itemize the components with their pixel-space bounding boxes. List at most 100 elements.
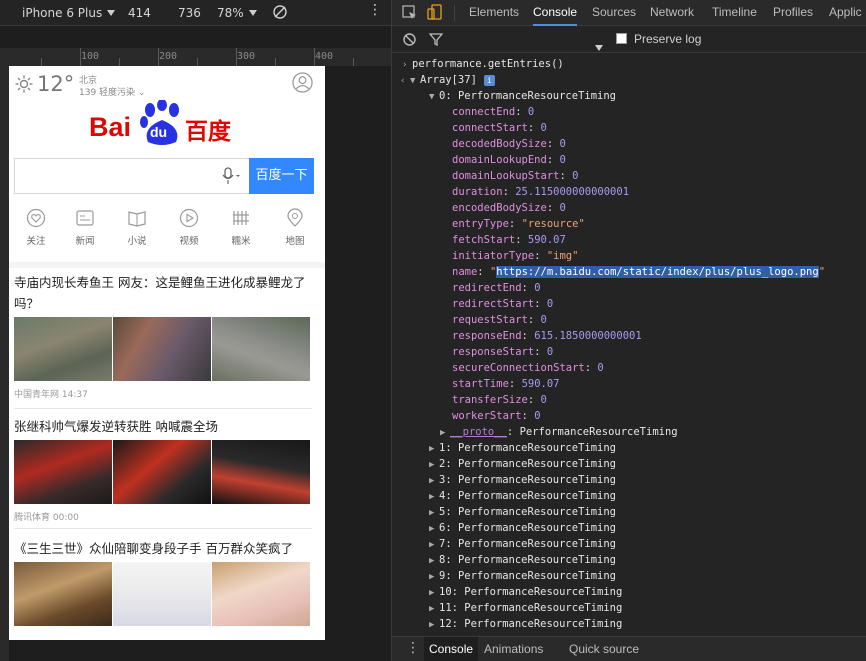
inspect-element-icon[interactable] [402, 5, 417, 20]
property-value: 0 [546, 346, 554, 358]
tab-console[interactable]: Console [533, 0, 578, 26]
sun-icon [15, 75, 33, 93]
tab-network[interactable]: Network [650, 0, 694, 26]
search-box[interactable]: 百度一下 [14, 158, 314, 194]
array-entry[interactable]: ▶ 8: PerformanceResourceTiming [429, 552, 616, 568]
tab-application[interactable]: Applic [829, 0, 862, 26]
nav-item-novel[interactable]: 小说 [117, 206, 157, 247]
array-entry[interactable]: ▶ 5: PerformanceResourceTiming [429, 504, 616, 520]
result-arrow-icon: ‹ [400, 76, 406, 86]
property-fetchStart: fetchStart: 590.07 [452, 232, 566, 248]
collapse-triangle-icon: ▶ [429, 588, 435, 598]
drawer-tab-bar: ⋮ Console Animations Quick source [392, 636, 866, 661]
array-entry[interactable]: ▶ 4: PerformanceResourceTiming [429, 488, 616, 504]
property-colon: : [546, 154, 560, 166]
nav-item-map[interactable]: 地图 [275, 206, 315, 247]
news-title: 寺庙内现长寿鱼王 网友：这是鲤鱼王进化成暴鲤龙了吗？ [14, 275, 306, 311]
drawer-tab-animations[interactable]: Animations [484, 637, 543, 661]
devtools-panel: Elements Console Sources Network Timelin… [391, 0, 866, 661]
collapse-triangle-icon: ▶ [429, 508, 435, 518]
property-domainLookupEnd: domainLookupEnd: 0 [452, 152, 566, 168]
chevron-down-icon [248, 10, 257, 16]
toolbar-divider [454, 5, 455, 21]
device-select[interactable]: iPhone 6 Plus [22, 6, 116, 20]
nav-item-news[interactable]: 新闻 [65, 206, 105, 247]
array-entry[interactable]: ▶ 11: PerformanceResourceTiming [429, 600, 622, 616]
property-key: domainLookupEnd [452, 154, 547, 166]
property-value: 0 [540, 394, 547, 406]
height-field[interactable]: 736 [178, 6, 201, 20]
drawer-menu-icon[interactable]: ⋮ [406, 640, 420, 656]
proto-entry[interactable]: ▶ __proto__: PerformanceResourceTiming [440, 424, 678, 440]
property-colon: : [515, 106, 528, 118]
property-value: "img" [546, 250, 579, 262]
news-title: 张继科帅气爆发逆转获胜 呐喊震全场 [14, 419, 218, 434]
property-colon: : [515, 234, 528, 246]
property-key: secureConnectionStart [452, 362, 585, 374]
property-redirectStart: redirectStart: 0 [452, 296, 553, 312]
more-menu-icon[interactable]: ⋮ [368, 2, 382, 18]
property-workerStart: workerStart: 0 [452, 408, 541, 424]
array-entry[interactable]: ▶ 2: PerformanceResourceTiming [429, 456, 616, 472]
nav-item-follow[interactable]: 关注 [16, 206, 56, 247]
nav-item-nuomi[interactable]: 糯米 [221, 206, 261, 247]
device-name: iPhone 6 Plus [22, 6, 103, 20]
property-value: 0 [559, 154, 566, 166]
news-image [212, 317, 310, 381]
nav-item-video[interactable]: 视频 [169, 206, 209, 247]
array-entry[interactable]: ▶ 10: PerformanceResourceTiming [429, 584, 622, 600]
property-colon: : [506, 426, 520, 438]
console-result-array[interactable]: ‹ ▼ Array[37] i [400, 72, 495, 88]
property-key: workerStart [452, 410, 522, 422]
tab-elements[interactable]: Elements [469, 0, 519, 26]
device-mode-icon[interactable] [427, 4, 443, 21]
nav-label: 糯米 [231, 236, 251, 247]
collapse-triangle-icon: ▶ [429, 540, 435, 550]
array-entry[interactable]: ▶ 6: PerformanceResourceTiming [429, 520, 616, 536]
array-entry[interactable]: ▶ 3: PerformanceResourceTiming [429, 472, 616, 488]
array-entry[interactable]: ▶ 1: PerformanceResourceTiming [429, 440, 616, 456]
user-avatar-icon[interactable] [292, 72, 313, 93]
property-key: responseEnd [452, 330, 522, 342]
rotate-icon[interactable] [272, 4, 288, 23]
tab-sources[interactable]: Sources [592, 0, 636, 26]
zoom-select[interactable]: 78% [217, 6, 257, 20]
zoom-value: 78% [217, 6, 244, 20]
news-item[interactable]: 张继科帅气爆发逆转获胜 呐喊震全场 腾讯体育 00:00 [14, 416, 312, 523]
info-icon: i [483, 75, 495, 86]
drawer-tab-console[interactable]: Console [424, 637, 479, 661]
entry-label: 5: PerformanceResourceTiming [439, 506, 617, 518]
property-value: 25.115000000000001 [515, 186, 630, 198]
drawer-tab-quick-source[interactable]: Quick source [569, 637, 639, 661]
width-field[interactable]: 414 [128, 6, 151, 20]
news-image [212, 440, 310, 504]
clear-console-icon[interactable] [403, 33, 416, 46]
array-entry[interactable]: ▶ 12: PerformanceResourceTiming [429, 616, 622, 632]
news-item[interactable]: 《三生三世》众仙陪聊变身段子手 百万群众笑疯了 [14, 538, 312, 626]
divider [14, 408, 312, 409]
property-key: fetchStart [452, 234, 516, 246]
tab-timeline[interactable]: Timeline [712, 0, 757, 26]
news-source: 腾讯体育 00:00 [14, 513, 79, 523]
property-colon: : [584, 362, 598, 374]
horizontal-ruler: 100 200 300 400 [0, 48, 391, 66]
proto-key: __proto__ [450, 426, 507, 438]
property-responseEnd: responseEnd: 615.1850000000001 [452, 328, 642, 344]
news-item[interactable]: 寺庙内现长寿鱼王 网友：这是鲤鱼王进化成暴鲤龙了吗？ 中国青年网 14:37 [14, 272, 312, 400]
property-colon: : [521, 410, 535, 422]
tab-profiles[interactable]: Profiles [773, 0, 813, 26]
property-redirectEnd: redirectEnd: 0 [452, 280, 541, 296]
preserve-log-checkbox[interactable]: Preserve log [616, 32, 701, 46]
microphone-icon[interactable] [221, 167, 241, 185]
filter-icon[interactable] [429, 33, 443, 46]
logo-text-bai: Bai [89, 112, 132, 142]
search-button[interactable]: 百度一下 [249, 158, 314, 194]
chevron-down-icon [595, 45, 603, 51]
array-entry-0[interactable]: ▼ 0: PerformanceResourceTiming [429, 88, 616, 104]
checkbox-box[interactable] [616, 33, 627, 44]
property-key: name [452, 266, 478, 278]
expand-triangle-icon: ▼ [410, 76, 416, 86]
array-entry[interactable]: ▶ 9: PerformanceResourceTiming [429, 568, 616, 584]
array-entry[interactable]: ▶ 7: PerformanceResourceTiming [429, 536, 616, 552]
devtools-tab-bar: Elements Console Sources Network Timelin… [392, 0, 866, 26]
